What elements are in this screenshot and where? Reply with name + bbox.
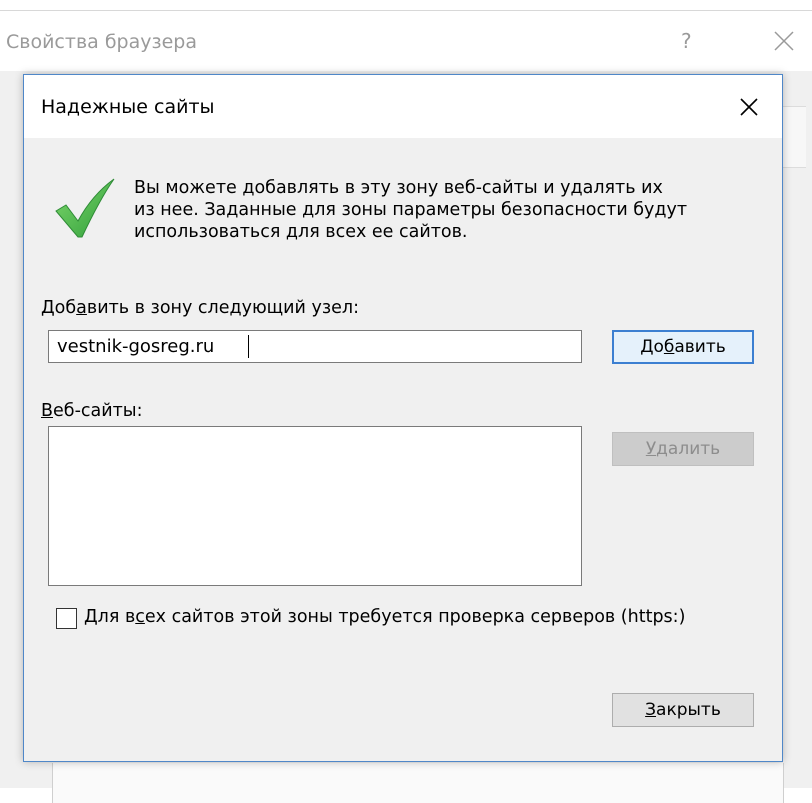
add-site-label: Добавить в зону следующий узел: [41,298,359,318]
https-checkbox[interactable] [56,608,77,629]
outer-window-title: Свойства браузера [6,31,197,53]
outer-close-icon[interactable] [764,21,804,61]
info-text-line: из нее. Заданные для зоны параметры безо… [134,200,688,220]
text-caret [248,335,249,358]
outer-help-button[interactable]: ? [681,29,692,53]
remove-button[interactable]: Удалить [612,432,754,466]
dialog-titlebar: Надежные сайты [24,75,782,138]
add-button[interactable]: До б авить [612,330,754,364]
websites-list[interactable] [48,426,582,586]
websites-label: Веб-сайты: [41,401,143,421]
trusted-sites-dialog: Надежные сайты Вы можете добавлять в эту… [23,74,783,762]
https-checkbox-label[interactable]: Для всех сайтов этой зоны требуется пров… [84,607,685,627]
green-checkmark-icon [52,175,118,239]
info-text-line: Вы можете добавлять в эту зону веб-сайты… [134,178,663,198]
close-icon[interactable] [730,89,768,125]
close-button[interactable]: Закрыть [612,693,754,727]
outer-titlebar: Свойства браузера ? [0,11,812,71]
site-input[interactable] [48,330,582,363]
info-text-line: использоваться для всех ее сайтов. [134,222,468,242]
outer-content-edge [52,763,784,803]
dialog-title: Надежные сайты [41,96,215,118]
info-text: Вы можете добавлять в эту зону веб-сайты… [134,177,774,243]
